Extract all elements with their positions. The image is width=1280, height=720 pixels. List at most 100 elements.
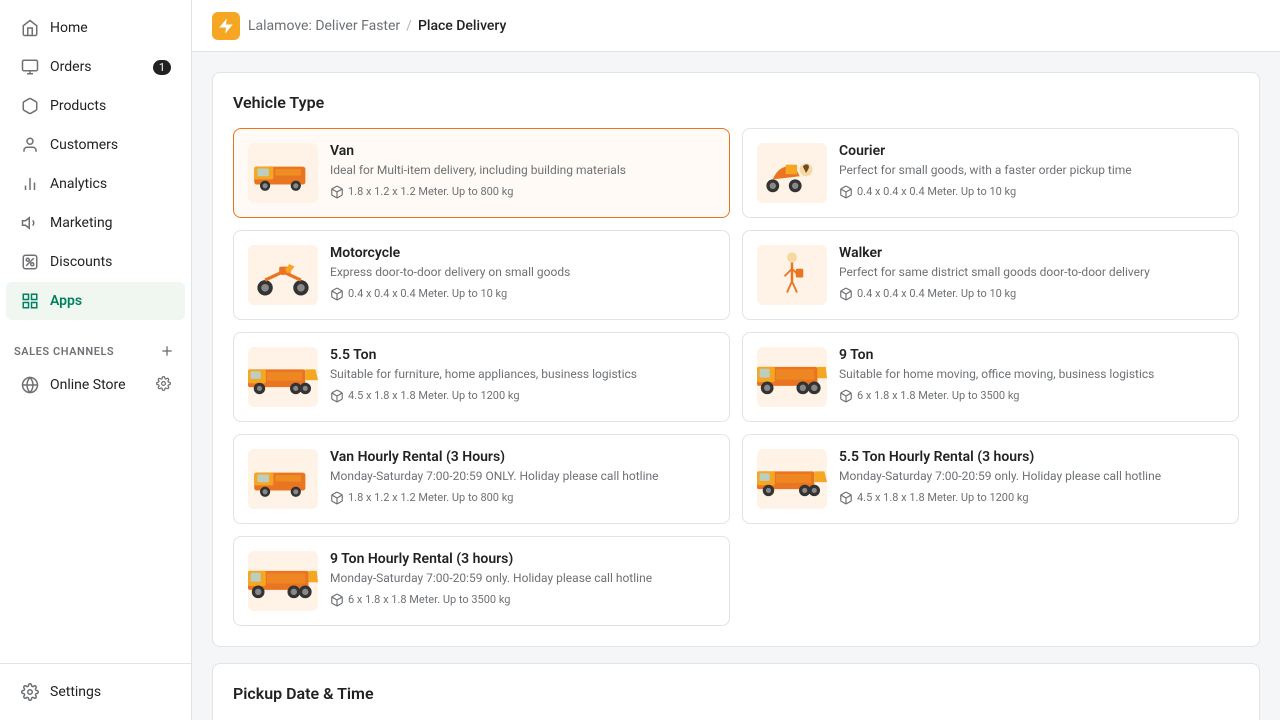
marketing-icon (20, 213, 40, 233)
vehicle-specs-text-van: 1.8 x 1.2 x 1.2 Meter. Up to 800 kg (348, 185, 513, 198)
vehicle-image-courier (757, 143, 827, 203)
vehicle-card-ton9_hourly[interactable]: 9 Ton Hourly Rental (3 hours) Monday-Sat… (233, 536, 730, 626)
page-content: Vehicle Type Van Ideal for Multi-item de… (192, 52, 1280, 720)
breadcrumb: Lalamove: Deliver Faster / Place Deliver… (248, 18, 506, 34)
vehicle-desc-van: Ideal for Multi-item delivery, including… (330, 162, 715, 179)
home-icon (20, 18, 40, 38)
vehicle-info-walker: Walker Perfect for same district small g… (839, 245, 1224, 301)
vehicle-info-ton9: 9 Ton Suitable for home moving, office m… (839, 347, 1224, 403)
vehicle-image-walker (757, 245, 827, 305)
vehicle-specs-courier: 0.4 x 0.4 x 0.4 Meter. Up to 10 kg (839, 185, 1224, 199)
sidebar-item-marketing[interactable]: Marketing (6, 204, 185, 242)
vehicle-type-title: Vehicle Type (233, 93, 1239, 112)
sidebar-item-products-label: Products (50, 98, 106, 114)
sidebar-item-products[interactable]: Products (6, 87, 185, 125)
sales-channels-label: SALES CHANNELS (14, 345, 114, 358)
analytics-icon (20, 174, 40, 194)
sidebar-item-discounts[interactable]: Discounts (6, 243, 185, 281)
vehicle-info-van_hourly: Van Hourly Rental (3 Hours) Monday-Satur… (330, 449, 715, 505)
vehicle-card-walker[interactable]: Walker Perfect for same district small g… (742, 230, 1239, 320)
pickup-title: Pickup Date & Time (233, 684, 1239, 703)
vehicle-specs-text-van_hourly: 1.8 x 1.2 x 1.2 Meter. Up to 800 kg (348, 491, 513, 504)
sidebar-item-discounts-label: Discounts (50, 254, 112, 270)
vehicle-specs-walker: 0.4 x 0.4 x 0.4 Meter. Up to 10 kg (839, 287, 1224, 301)
vehicle-card-courier[interactable]: Courier Perfect for small goods, with a … (742, 128, 1239, 218)
vehicle-desc-ton9_hourly: Monday-Saturday 7:00-20:59 only. Holiday… (330, 570, 715, 587)
vehicle-card-ton55_hourly[interactable]: 5.5 Ton Hourly Rental (3 hours) Monday-S… (742, 434, 1239, 524)
sidebar-item-marketing-label: Marketing (50, 215, 113, 231)
vehicle-name-courier: Courier (839, 143, 1224, 159)
vehicle-grid: Van Ideal for Multi-item delivery, inclu… (233, 128, 1239, 626)
vehicle-card-van[interactable]: Van Ideal for Multi-item delivery, inclu… (233, 128, 730, 218)
sidebar-item-settings[interactable]: Settings (6, 673, 185, 711)
vehicle-image-motorcycle (248, 245, 318, 305)
settings-icon (20, 682, 40, 702)
vehicle-info-motorcycle: Motorcycle Express door-to-door delivery… (330, 245, 715, 301)
box-icon-motorcycle (330, 287, 344, 301)
vehicle-card-van_hourly[interactable]: Van Hourly Rental (3 Hours) Monday-Satur… (233, 434, 730, 524)
box-icon-ton9 (839, 389, 853, 403)
vehicle-specs-text-courier: 0.4 x 0.4 x 0.4 Meter. Up to 10 kg (857, 185, 1016, 198)
vehicle-name-ton9: 9 Ton (839, 347, 1224, 363)
vehicle-specs-text-ton55: 4.5 x 1.8 x 1.8 Meter. Up to 1200 kg (348, 389, 520, 402)
sidebar-item-online-store[interactable]: Online Store (6, 366, 185, 404)
sidebar-item-home[interactable]: Home (6, 9, 185, 47)
online-store-settings-icon[interactable] (156, 376, 171, 395)
vehicle-specs-text-ton55_hourly: 4.5 x 1.8 x 1.8 Meter. Up to 1200 kg (857, 491, 1029, 504)
vehicle-name-van_hourly: Van Hourly Rental (3 Hours) (330, 449, 715, 465)
vehicle-card-ton55[interactable]: 5.5 Ton Suitable for furniture, home app… (233, 332, 730, 422)
vehicle-image-ton9 (757, 347, 827, 407)
vehicle-info-courier: Courier Perfect for small goods, with a … (839, 143, 1224, 199)
vehicle-image-ton55_hourly (757, 449, 827, 509)
sidebar-item-orders-label: Orders (50, 59, 92, 75)
sidebar: Home Orders 1 Products Customers (0, 0, 192, 720)
sidebar-item-apps[interactable]: Apps (6, 282, 185, 320)
vehicle-desc-ton55: Suitable for furniture, home appliances,… (330, 366, 715, 383)
box-icon-ton55_hourly (839, 491, 853, 505)
sidebar-item-home-label: Home (50, 20, 88, 36)
vehicle-desc-motorcycle: Express door-to-door delivery on small g… (330, 264, 715, 281)
app-logo (212, 12, 240, 40)
sidebar-item-customers[interactable]: Customers (6, 126, 185, 164)
box-icon-courier (839, 185, 853, 199)
sidebar-item-analytics-label: Analytics (50, 176, 107, 192)
box-icon-ton55 (330, 389, 344, 403)
online-store-icon (20, 375, 40, 395)
vehicle-specs-ton9_hourly: 6 x 1.8 x 1.8 Meter. Up to 3500 kg (330, 593, 715, 607)
box-icon-ton9_hourly (330, 593, 344, 607)
vehicle-specs-ton55_hourly: 4.5 x 1.8 x 1.8 Meter. Up to 1200 kg (839, 491, 1224, 505)
sidebar-item-online-store-label: Online Store (50, 377, 126, 393)
vehicle-specs-text-ton9_hourly: 6 x 1.8 x 1.8 Meter. Up to 3500 kg (348, 593, 510, 606)
sidebar-item-settings-label: Settings (50, 684, 101, 700)
vehicle-specs-text-motorcycle: 0.4 x 0.4 x 0.4 Meter. Up to 10 kg (348, 287, 507, 300)
vehicle-desc-ton9: Suitable for home moving, office moving,… (839, 366, 1224, 383)
vehicle-image-ton55 (248, 347, 318, 407)
vehicle-image-ton9_hourly (248, 551, 318, 611)
products-icon (20, 96, 40, 116)
vehicle-desc-van_hourly: Monday-Saturday 7:00-20:59 ONLY. Holiday… (330, 468, 715, 485)
vehicle-info-ton55_hourly: 5.5 Ton Hourly Rental (3 hours) Monday-S… (839, 449, 1224, 505)
pickup-card: Pickup Date & Time (212, 663, 1260, 720)
sidebar-item-orders[interactable]: Orders 1 (6, 48, 185, 86)
main-content: Lalamove: Deliver Faster / Place Deliver… (192, 0, 1280, 720)
vehicle-specs-van: 1.8 x 1.2 x 1.2 Meter. Up to 800 kg (330, 185, 715, 199)
vehicle-specs-text-ton9: 6 x 1.8 x 1.8 Meter. Up to 3500 kg (857, 389, 1019, 402)
vehicle-card-motorcycle[interactable]: Motorcycle Express door-to-door delivery… (233, 230, 730, 320)
breadcrumb-app-name[interactable]: Lalamove: Deliver Faster (248, 18, 400, 34)
vehicle-info-van: Van Ideal for Multi-item delivery, inclu… (330, 143, 715, 199)
vehicle-desc-ton55_hourly: Monday-Saturday 7:00-20:59 only. Holiday… (839, 468, 1224, 485)
vehicle-name-ton55_hourly: 5.5 Ton Hourly Rental (3 hours) (839, 449, 1224, 465)
orders-icon (20, 57, 40, 77)
vehicle-specs-motorcycle: 0.4 x 0.4 x 0.4 Meter. Up to 10 kg (330, 287, 715, 301)
orders-badge: 1 (153, 60, 171, 75)
sidebar-item-apps-label: Apps (50, 293, 82, 309)
vehicle-desc-walker: Perfect for same district small goods do… (839, 264, 1224, 281)
box-icon-van (330, 185, 344, 199)
add-sales-channel-button[interactable] (157, 341, 177, 361)
box-icon-walker (839, 287, 853, 301)
vehicle-name-motorcycle: Motorcycle (330, 245, 715, 261)
apps-icon (20, 291, 40, 311)
sidebar-item-analytics[interactable]: Analytics (6, 165, 185, 203)
vehicle-name-walker: Walker (839, 245, 1224, 261)
vehicle-card-ton9[interactable]: 9 Ton Suitable for home moving, office m… (742, 332, 1239, 422)
